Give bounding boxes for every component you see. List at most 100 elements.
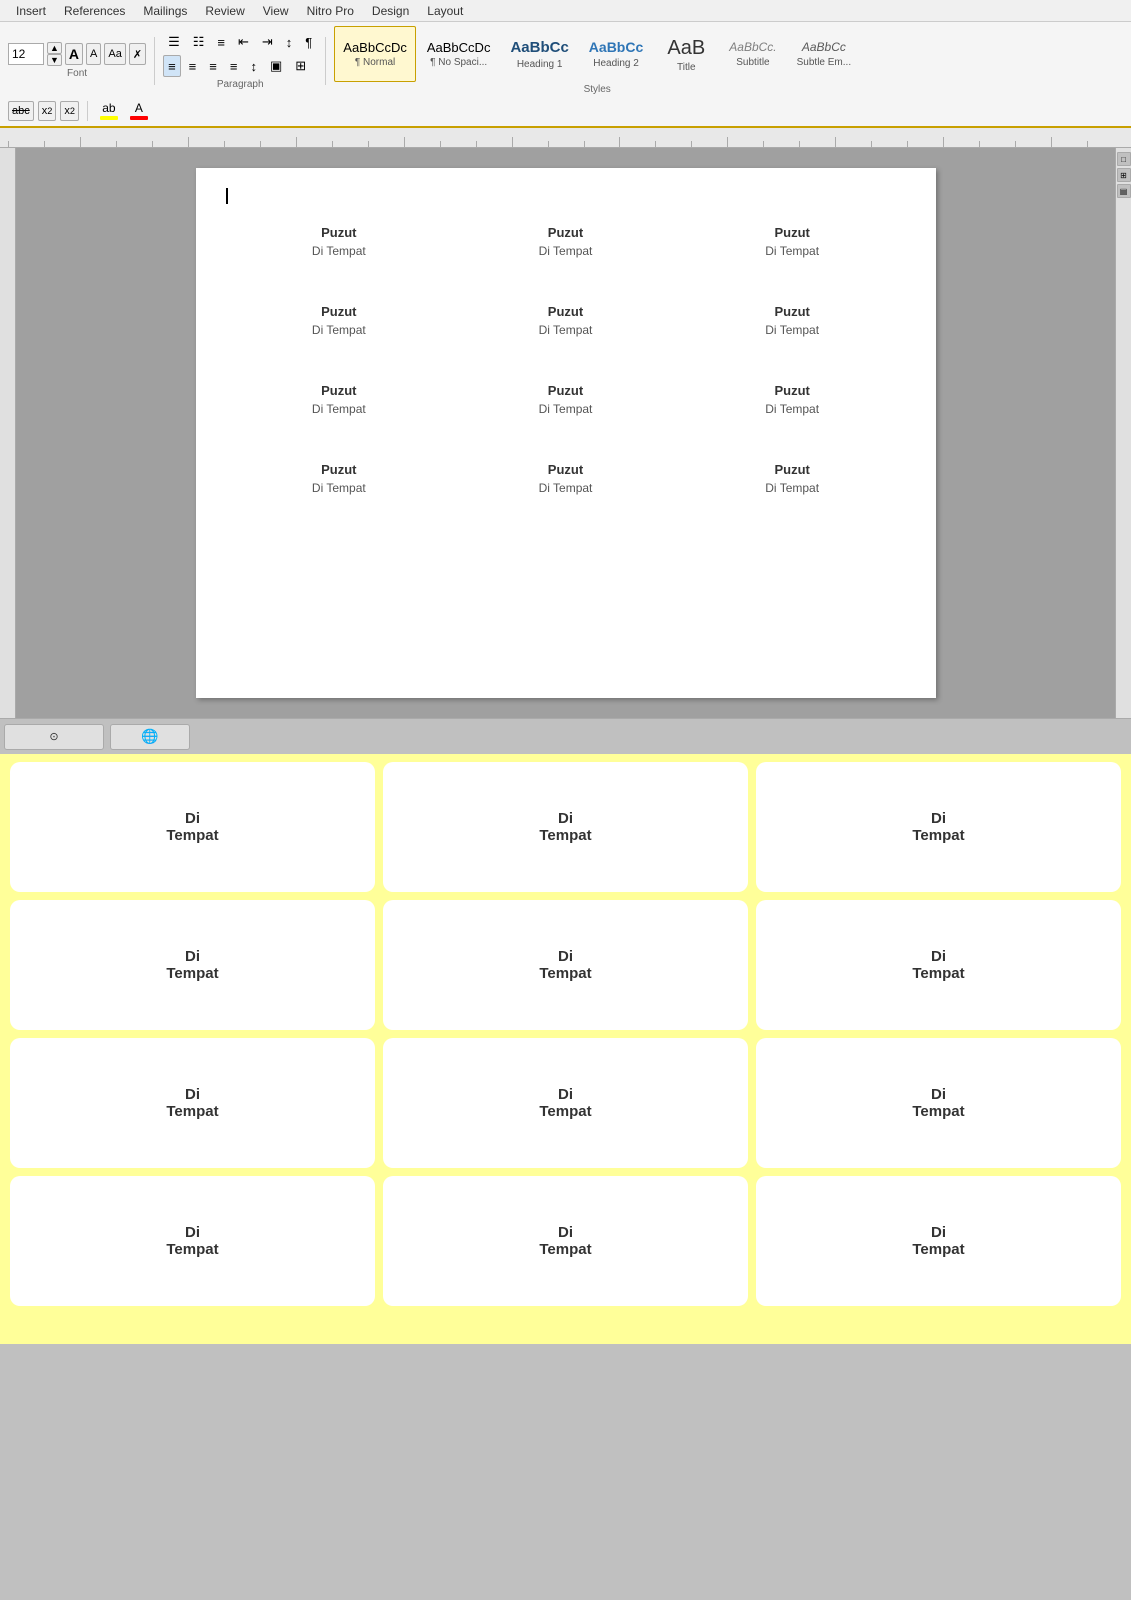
sticker-cell-12-text: DiTempat bbox=[912, 1224, 964, 1258]
menu-view[interactable]: View bbox=[255, 2, 297, 20]
borders-btn[interactable]: ⊞ bbox=[290, 55, 311, 77]
font-size-decrease[interactable]: ▼ bbox=[47, 54, 62, 66]
sticker-cell-10-text: DiTempat bbox=[166, 1224, 218, 1258]
styles-panel: AaBbCcDc ¶ Normal AaBbCcDc ¶ No Spaci...… bbox=[334, 26, 860, 82]
taskbar-item1[interactable]: ⊙ bbox=[4, 724, 104, 750]
align-right-btn[interactable]: ≡ bbox=[204, 55, 222, 77]
sticker-cell-7-text: DiTempat bbox=[166, 1086, 218, 1120]
menu-references[interactable]: References bbox=[56, 2, 133, 20]
font-group-label: Font bbox=[8, 68, 146, 79]
doc-cell-2-title: Puzut bbox=[472, 225, 659, 240]
sticker-cell-1: DiTempat bbox=[10, 762, 375, 892]
right-scroll[interactable]: □ ⊞ ▤ bbox=[1115, 148, 1131, 718]
doc-cell-1: Puzut Di Tempat bbox=[226, 209, 453, 288]
sep2 bbox=[325, 37, 326, 85]
doc-cell-7-sub: Di Tempat bbox=[246, 402, 433, 416]
menu-review[interactable]: Review bbox=[197, 2, 252, 20]
ruler-tick-major bbox=[619, 137, 655, 147]
doc-cell-10-title: Puzut bbox=[246, 462, 433, 477]
style-heading2-preview: AaBbCc bbox=[589, 39, 643, 56]
strikethrough-btn[interactable]: abc bbox=[8, 101, 34, 121]
style-heading2[interactable]: AaBbCc Heading 2 bbox=[580, 26, 652, 82]
doc-cell-4: Puzut Di Tempat bbox=[226, 288, 453, 367]
style-title[interactable]: AaB Title bbox=[654, 26, 718, 82]
style-no-spacing[interactable]: AaBbCcDc ¶ No Spaci... bbox=[418, 26, 500, 82]
align-left-btn[interactable]: ≡ bbox=[163, 55, 181, 77]
shading-btn[interactable]: ▣ bbox=[265, 55, 287, 77]
sticker-cell-11-text: DiTempat bbox=[539, 1224, 591, 1258]
sticker-cell-11: DiTempat bbox=[383, 1176, 748, 1306]
doc-cell-11: Puzut Di Tempat bbox=[452, 446, 679, 525]
style-heading1[interactable]: AaBbCc Heading 1 bbox=[501, 26, 577, 82]
taskbar-icon2: 🌐 bbox=[141, 728, 158, 745]
doc-cell-3-title: Puzut bbox=[699, 225, 886, 240]
style-subtle-em[interactable]: AaBbCc Subtle Em... bbox=[788, 26, 860, 82]
style-normal[interactable]: AaBbCcDc ¶ Normal bbox=[334, 26, 416, 82]
page-view-icon1[interactable]: □ bbox=[1117, 152, 1131, 166]
bullets-btn[interactable]: ☰ bbox=[163, 31, 185, 53]
doc-cell-5-title: Puzut bbox=[472, 304, 659, 319]
ribbon: 12 ▲ ▼ A A Aa ✗ Font ☰ ☷ ≡ ⇤ ⇥ ↕ bbox=[0, 22, 1131, 128]
style-heading1-preview: AaBbCc bbox=[510, 39, 568, 57]
doc-cell-9-sub: Di Tempat bbox=[699, 402, 886, 416]
decrease-font-btn[interactable]: A bbox=[86, 43, 101, 65]
style-subtle-em-label: Subtle Em... bbox=[797, 57, 851, 68]
font-color-btn[interactable]: A bbox=[126, 99, 152, 122]
paragraph-group: ☰ ☷ ≡ ⇤ ⇥ ↕ ¶ ≡ ≡ ≡ ≡ ↕ ▣ ⊞ Paragraph bbox=[163, 31, 317, 90]
ruler-tick bbox=[799, 141, 835, 147]
sticker-cell-5: DiTempat bbox=[383, 900, 748, 1030]
ruler-tick-major bbox=[835, 137, 871, 147]
ruler-tick-major bbox=[512, 137, 548, 147]
decrease-indent-btn[interactable]: ⇤ bbox=[233, 31, 254, 53]
doc-cell-4-title: Puzut bbox=[246, 304, 433, 319]
style-subtle-em-preview: AaBbCc bbox=[802, 40, 846, 54]
page-view-icon3[interactable]: ▤ bbox=[1117, 184, 1131, 198]
line-spacing-btn[interactable]: ↕ bbox=[245, 55, 262, 77]
font-size-increase[interactable]: ▲ bbox=[47, 42, 62, 54]
highlight-color-btn[interactable]: ab bbox=[96, 99, 122, 122]
doc-cell-1-sub: Di Tempat bbox=[246, 244, 433, 258]
multilevel-btn[interactable]: ≡ bbox=[212, 31, 230, 53]
sticker-cell-4: DiTempat bbox=[10, 900, 375, 1030]
font-color-text: A bbox=[135, 101, 143, 115]
paragraph-group-label: Paragraph bbox=[163, 79, 317, 90]
align-justify-btn[interactable]: ≡ bbox=[225, 55, 243, 77]
clear-format-btn[interactable]: ✗ bbox=[129, 43, 146, 65]
sticker-cell-3-text: DiTempat bbox=[912, 810, 964, 844]
page-view-icon2[interactable]: ⊞ bbox=[1117, 168, 1131, 182]
sticker-cell-9: DiTempat bbox=[756, 1038, 1121, 1168]
ruler-tick bbox=[655, 141, 691, 147]
change-case-btn[interactable]: Aa bbox=[104, 43, 125, 65]
show-para-btn[interactable]: ¶ bbox=[300, 31, 317, 53]
sticker-cell-2-text: DiTempat bbox=[539, 810, 591, 844]
sep1 bbox=[154, 37, 155, 85]
doc-cell-9: Puzut Di Tempat bbox=[679, 367, 906, 446]
style-subtitle[interactable]: AaBbCc. Subtitle bbox=[720, 26, 785, 82]
menu-nitro[interactable]: Nitro Pro bbox=[299, 2, 362, 20]
font-size-input[interactable]: 12 bbox=[8, 43, 44, 65]
menu-design[interactable]: Design bbox=[364, 2, 417, 20]
text-cursor bbox=[226, 188, 228, 204]
sort-btn[interactable]: ↕ bbox=[281, 31, 298, 53]
ruler-tick-major bbox=[404, 137, 440, 147]
ruler-tick-major bbox=[1051, 137, 1087, 147]
ruler-tick bbox=[224, 141, 260, 147]
subscript-btn[interactable]: x2 bbox=[38, 101, 57, 121]
menu-insert[interactable]: Insert bbox=[8, 2, 54, 20]
taskbar-item2[interactable]: 🌐 bbox=[110, 724, 190, 750]
left-scroll bbox=[0, 148, 16, 718]
document[interactable]: Puzut Di Tempat Puzut Di Tempat Puzut Di… bbox=[196, 168, 936, 698]
doc-cell-8-sub: Di Tempat bbox=[472, 402, 659, 416]
font-group: 12 ▲ ▼ A A Aa ✗ Font bbox=[8, 42, 146, 79]
menu-layout[interactable]: Layout bbox=[419, 2, 471, 20]
numbering-btn[interactable]: ☷ bbox=[188, 31, 210, 53]
superscript-btn[interactable]: x2 bbox=[60, 101, 79, 121]
document-wrapper[interactable]: Puzut Di Tempat Puzut Di Tempat Puzut Di… bbox=[16, 148, 1115, 718]
doc-cell-6-title: Puzut bbox=[699, 304, 886, 319]
increase-indent-btn[interactable]: ⇥ bbox=[257, 31, 278, 53]
doc-cell-8: Puzut Di Tempat bbox=[452, 367, 679, 446]
doc-cell-4-sub: Di Tempat bbox=[246, 323, 433, 337]
align-center-btn[interactable]: ≡ bbox=[184, 55, 202, 77]
increase-font-btn[interactable]: A bbox=[65, 43, 83, 65]
menu-mailings[interactable]: Mailings bbox=[135, 2, 195, 20]
